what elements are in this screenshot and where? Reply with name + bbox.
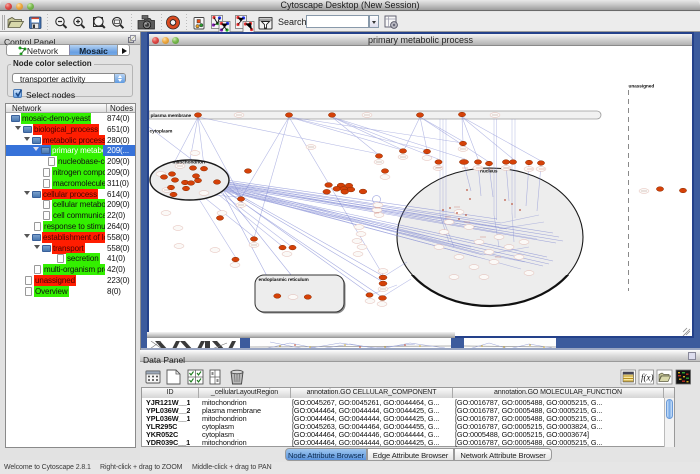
svg-text:cytoplasm: cytoplasm [150, 129, 173, 135]
svg-text:plasma membrane: plasma membrane [151, 113, 192, 119]
svg-text:endoplasmic reticulum: endoplasmic reticulum [259, 277, 309, 283]
svg-text:unassigned: unassigned [629, 84, 655, 90]
svg-text:f(x): f(x) [641, 373, 654, 383]
